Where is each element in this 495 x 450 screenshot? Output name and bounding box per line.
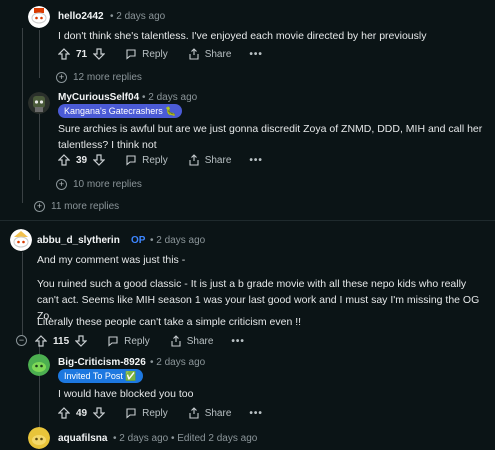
collapse-icon: −: [16, 335, 27, 346]
op-badge: OP: [131, 235, 146, 246]
share-button[interactable]: Share: [188, 48, 232, 60]
avatar[interactable]: [28, 6, 50, 28]
user-flair: Invited To Post ✅: [58, 369, 143, 383]
more-options-button[interactable]: •••: [249, 155, 263, 166]
thread-line: [39, 108, 40, 180]
comment-actions: 115 Reply Share •••: [35, 335, 245, 347]
share-button[interactable]: Share: [188, 154, 232, 166]
upvote-icon[interactable]: [35, 335, 47, 347]
vote-count: 115: [53, 335, 70, 347]
user-flair: Kangana's Gatecrashers 🐛: [58, 104, 183, 118]
reply-icon: [126, 408, 136, 419]
expand-icon: +: [56, 72, 67, 83]
more-options-button[interactable]: •••: [231, 336, 245, 347]
vote-count: 49: [76, 407, 88, 419]
reply-button[interactable]: Reply: [125, 407, 168, 419]
comment-body: I would have blocked you too: [58, 388, 194, 400]
comment-username[interactable]: MyCuriousSelf04: [58, 92, 139, 103]
upvote-icon[interactable]: [58, 154, 70, 166]
share-button[interactable]: Share: [188, 407, 232, 419]
comment-body-line: Literally these people can't take a simp…: [37, 316, 302, 328]
share-icon: [171, 335, 181, 347]
share-label: Share: [204, 48, 232, 60]
share-icon: [189, 407, 199, 419]
downvote-icon[interactable]: [75, 335, 88, 347]
reply-label: Reply: [142, 48, 168, 60]
comment-username[interactable]: hello2442: [58, 11, 104, 22]
reply-icon: [108, 336, 118, 347]
comment-username[interactable]: abbu_d_slytherin: [37, 235, 120, 246]
snoo-avatar-icon: [28, 427, 50, 449]
comment-username[interactable]: aquafilsna: [58, 433, 107, 444]
thread-line: [22, 28, 23, 203]
comment-body: Sure archies is awful but are we just go…: [58, 123, 483, 151]
comment-username[interactable]: Big-Criticism-8926: [58, 357, 146, 368]
thread-line: [22, 252, 23, 336]
comment-timestamp: • 2 days ago: [150, 357, 206, 368]
thread-line: [39, 30, 40, 78]
share-icon: [189, 48, 199, 60]
reply-label: Reply: [142, 407, 168, 419]
comment-timestamp: • 2 days ago: [110, 11, 166, 22]
share-label: Share: [186, 335, 214, 347]
more-replies-link[interactable]: + 10 more replies: [56, 179, 142, 190]
vote-count: 39: [76, 154, 88, 166]
collapse-button[interactable]: −: [16, 335, 27, 346]
more-replies-label: 10 more replies: [73, 179, 142, 190]
more-replies-label: 12 more replies: [73, 72, 142, 83]
comment-actions: 71 Reply Share •••: [58, 48, 263, 60]
expand-icon: +: [34, 201, 45, 212]
more-replies-label: 11 more replies: [51, 201, 120, 212]
avatar[interactable]: [10, 229, 32, 251]
upvote-icon[interactable]: [58, 407, 70, 419]
share-button[interactable]: Share: [170, 335, 214, 347]
snoo-avatar-icon: [10, 229, 32, 251]
vote-count: 71: [76, 48, 88, 60]
downvote-icon[interactable]: [93, 154, 106, 166]
more-replies-link[interactable]: + 11 more replies: [34, 201, 119, 212]
reply-label: Reply: [142, 154, 168, 166]
share-label: Share: [204, 407, 232, 419]
reply-icon: [126, 49, 136, 60]
snoo-avatar-icon: [28, 92, 50, 114]
comment-body-line: And my comment was just this -: [37, 254, 186, 266]
more-replies-link[interactable]: + 12 more replies: [56, 72, 142, 83]
share-icon: [189, 154, 199, 166]
comment-actions: 49 Reply Share •••: [58, 407, 263, 419]
downvote-icon[interactable]: [93, 407, 106, 419]
comment-actions: 39 Reply Share •••: [58, 154, 263, 166]
upvote-icon[interactable]: [58, 48, 70, 60]
reply-icon: [126, 155, 136, 166]
snoo-avatar-icon: [28, 354, 50, 376]
downvote-icon[interactable]: [93, 48, 106, 60]
share-label: Share: [204, 154, 232, 166]
reply-button[interactable]: Reply: [125, 154, 168, 166]
more-options-button[interactable]: •••: [249, 408, 263, 419]
reply-button[interactable]: Reply: [107, 335, 150, 347]
thread-divider: [0, 220, 495, 221]
avatar[interactable]: [28, 354, 50, 376]
comment-body: I don't think she's talentless. I've enj…: [58, 30, 427, 42]
avatar[interactable]: [28, 92, 50, 114]
reply-label: Reply: [124, 335, 150, 347]
comment-timestamp: • 2 days ago • Edited 2 days ago: [113, 433, 258, 444]
reply-button[interactable]: Reply: [125, 48, 168, 60]
expand-icon: +: [56, 179, 67, 190]
comment-timestamp: • 2 days ago: [142, 92, 198, 103]
avatar[interactable]: [28, 427, 50, 449]
more-options-button[interactable]: •••: [249, 49, 263, 60]
snoo-avatar-icon: [28, 6, 50, 28]
comment-timestamp: • 2 days ago: [150, 235, 206, 246]
